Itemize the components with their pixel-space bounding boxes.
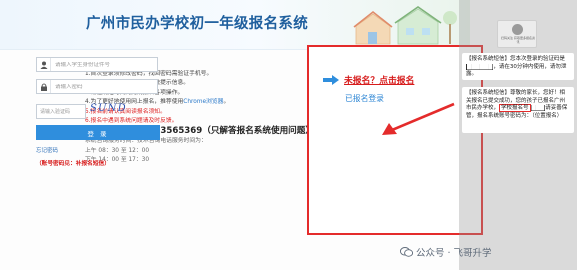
register-link[interactable]: 未报名？点击报名 — [344, 73, 414, 86]
sms-body: 您本次登录的验证码是 — [510, 56, 566, 62]
annotation-arrow-icon — [382, 102, 455, 135]
service-time-pm: 下午 14：00 至 17：30 — [85, 157, 150, 164]
login-panel: 未报名？点击报名 已报名登录 — [307, 45, 483, 235]
sms-tip-verification: 【报名系统短信】您本次登录的验证码是██████，请在30分钟内使用，请勿泄露。 — [462, 53, 574, 80]
wechat-watermark: 公众号 · 飞哥升学 — [400, 245, 492, 259]
sms-tip-registration: 【报名系统短信】尊敬的家长，您好！相关报名已提交成功，您的孩子已报名广州市民办学… — [462, 87, 574, 133]
sms-tag: 【报名系统短信】 — [466, 56, 511, 62]
user-icon — [37, 58, 51, 71]
browser-link[interactable]: Chrome浏览器 — [183, 99, 223, 105]
captcha-image[interactable]: SUND — [90, 103, 127, 114]
redacted-code: ██████ — [466, 63, 494, 70]
header-banner: 广州市民办学校初一年级报名系统 — [0, 0, 470, 50]
school-illustration-icon — [353, 6, 457, 45]
login-button[interactable]: 登 录 — [36, 125, 160, 140]
lock-icon — [37, 80, 51, 93]
register-row: 未报名？点击报名 — [323, 73, 414, 86]
password-field — [36, 79, 158, 94]
redacted-code: ███ — [530, 105, 546, 112]
page-title: 广州市民办学校初一年级报名系统 — [86, 16, 308, 32]
password-input[interactable] — [51, 83, 155, 90]
service-time-am: 上午 08：30 至 12：00 — [85, 147, 150, 154]
wechat-icon — [400, 247, 413, 257]
account-field — [36, 57, 158, 72]
arrow-right-icon — [323, 74, 339, 85]
account-input[interactable] — [51, 61, 155, 68]
captcha-input[interactable] — [36, 104, 86, 119]
account-hint: （账号密码见：补报名短信） — [36, 161, 110, 167]
notice-text: 。 — [223, 99, 230, 106]
school-code-highlight: 学校报名号 — [499, 104, 531, 113]
watermark-text: 公众号 · 飞哥升学 — [416, 248, 492, 259]
avatar-icon — [512, 24, 523, 35]
qr-code-card: 扫码关注 获取更多报名资讯 — [497, 20, 537, 48]
qr-caption: 扫码关注 获取更多报名资讯 — [501, 36, 535, 44]
forgot-password-link[interactable]: 忘记密码 — [36, 146, 58, 154]
sms-tag: 【报名系统短信】 — [466, 90, 511, 96]
